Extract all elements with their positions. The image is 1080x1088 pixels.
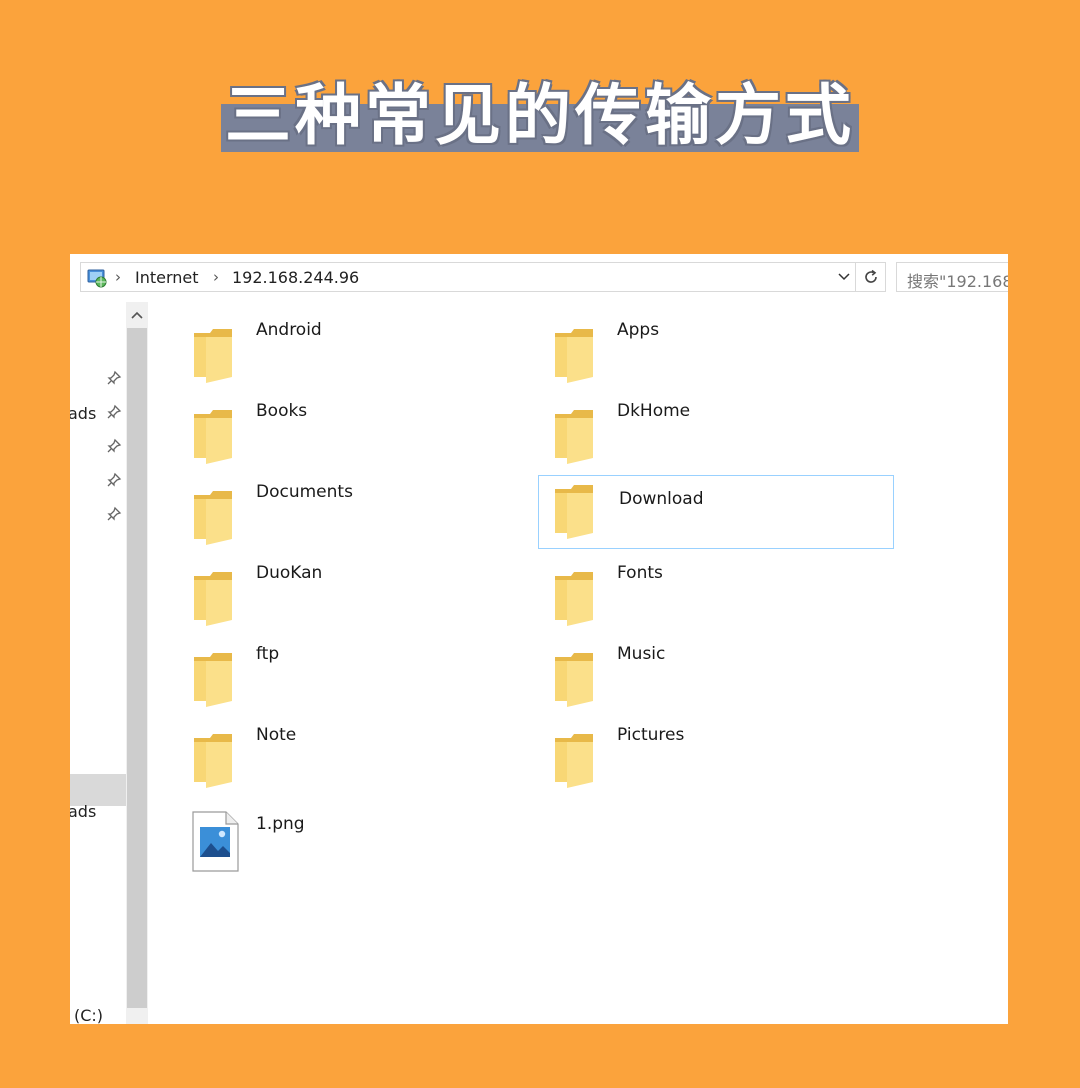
banner-title: 三种常见的传输方式 bbox=[221, 78, 859, 154]
folder-item-documents[interactable]: Documents bbox=[178, 482, 534, 556]
item-label: Pictures bbox=[617, 725, 685, 745]
refresh-button[interactable] bbox=[856, 262, 886, 292]
folder-icon bbox=[555, 410, 593, 464]
item-label: Documents bbox=[256, 482, 353, 502]
pin-icon[interactable] bbox=[106, 506, 122, 522]
folder-item-music[interactable]: Music bbox=[539, 644, 895, 718]
address-history-dropdown[interactable] bbox=[833, 263, 855, 291]
search-input[interactable]: 搜索"192.168. bbox=[896, 262, 1008, 292]
chevron-down-icon bbox=[838, 273, 850, 281]
item-label: DuoKan bbox=[256, 563, 323, 583]
folder-icon bbox=[194, 329, 232, 383]
folder-item-android[interactable]: Android bbox=[178, 320, 534, 394]
folder-icon bbox=[194, 572, 232, 626]
item-label: Music bbox=[617, 644, 666, 664]
breadcrumb-internet[interactable]: Internet bbox=[135, 268, 199, 287]
folder-item-books[interactable]: Books bbox=[178, 401, 534, 475]
folder-icon bbox=[194, 653, 232, 707]
breadcrumb-separator-icon: › bbox=[213, 268, 219, 286]
nav-item-downloads[interactable]: ads bbox=[70, 404, 96, 423]
folder-item-ftp[interactable]: ftp bbox=[178, 644, 534, 718]
item-label: Fonts bbox=[617, 563, 663, 583]
file-item-1-png[interactable]: 1.png bbox=[178, 807, 534, 881]
item-label: ftp bbox=[256, 644, 280, 664]
network-location-icon bbox=[87, 269, 107, 288]
item-label: Android bbox=[256, 320, 322, 340]
folder-item-pictures[interactable]: Pictures bbox=[539, 725, 895, 799]
folder-icon bbox=[555, 653, 593, 707]
folder-item-fonts[interactable]: Fonts bbox=[539, 563, 895, 637]
nav-scrollbar[interactable] bbox=[126, 302, 148, 1024]
image-file-icon bbox=[192, 811, 239, 872]
item-label: 1.png bbox=[256, 814, 305, 834]
chevron-up-icon bbox=[131, 311, 143, 319]
address-bar[interactable]: › Internet › 192.168.244.96 bbox=[80, 262, 856, 292]
item-label: DkHome bbox=[617, 401, 691, 421]
scroll-up-button[interactable] bbox=[126, 302, 148, 328]
breadcrumb-separator-icon: › bbox=[115, 268, 121, 286]
folder-item-download[interactable]: Download bbox=[538, 475, 894, 549]
item-label: Note bbox=[256, 725, 297, 745]
folder-icon bbox=[555, 485, 593, 539]
folder-item-note[interactable]: Note bbox=[178, 725, 534, 799]
folder-item-duokan[interactable]: DuoKan bbox=[178, 563, 534, 637]
nav-item-drive-c[interactable]: (C:) bbox=[74, 1006, 103, 1024]
item-label: Books bbox=[256, 401, 308, 421]
breadcrumb-ip[interactable]: 192.168.244.96 bbox=[232, 268, 359, 287]
folder-icon bbox=[555, 734, 593, 788]
pin-icon[interactable] bbox=[106, 472, 122, 488]
folder-icon bbox=[194, 410, 232, 464]
search-placeholder: 搜索"192.168. bbox=[907, 272, 1008, 291]
folder-item-apps[interactable]: Apps bbox=[539, 320, 895, 394]
pin-icon[interactable] bbox=[106, 370, 122, 386]
folder-icon bbox=[194, 734, 232, 788]
folder-icon bbox=[555, 329, 593, 383]
item-label: Download bbox=[619, 489, 704, 509]
folder-icon bbox=[194, 491, 232, 545]
banner: 三种常见的传输方式 bbox=[0, 78, 1080, 154]
file-explorer-window: › Internet › 192.168.244.96 搜索"192.168. … bbox=[70, 254, 1008, 1024]
scroll-thumb[interactable] bbox=[127, 328, 147, 1008]
refresh-icon bbox=[864, 269, 877, 283]
navigation-pane: ads ads (C:) bbox=[70, 302, 128, 1024]
pin-icon[interactable] bbox=[106, 438, 122, 454]
nav-item-downloads-2[interactable]: ads bbox=[70, 802, 96, 821]
item-label: Apps bbox=[617, 320, 660, 340]
folder-icon bbox=[555, 572, 593, 626]
pin-icon[interactable] bbox=[106, 404, 122, 420]
folder-item-dkhome[interactable]: DkHome bbox=[539, 401, 895, 475]
